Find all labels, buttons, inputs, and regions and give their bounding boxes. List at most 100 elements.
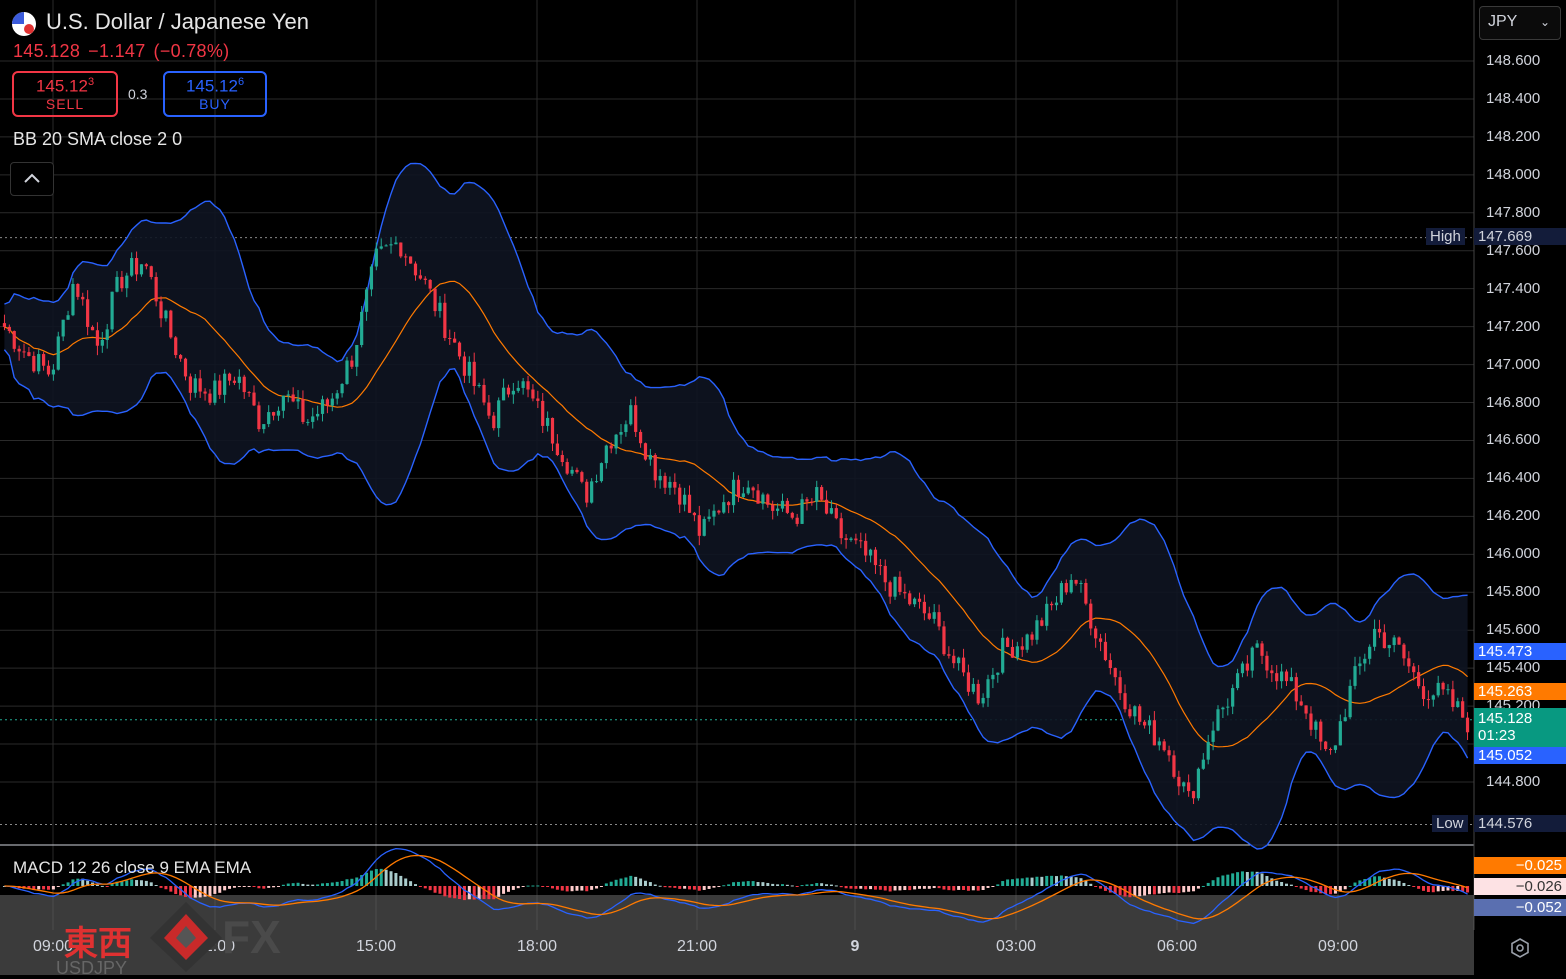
currency-selector[interactable]: JPY ⌄ xyxy=(1479,6,1561,40)
candle-down xyxy=(1172,755,1176,777)
candle-down xyxy=(443,302,447,338)
macd-histogram-bar xyxy=(927,886,931,889)
symbol-title[interactable]: U.S. Dollar / Japanese Yen xyxy=(46,9,309,35)
bollinger-indicator-label[interactable]: BB 20 SMA close 2 0 xyxy=(13,129,182,150)
candle-down xyxy=(428,279,432,289)
collapse-indicators-button[interactable] xyxy=(10,162,54,196)
candle-up xyxy=(1216,709,1220,731)
macd-histogram-bar xyxy=(722,885,726,887)
candle-up xyxy=(624,424,628,433)
candle-down xyxy=(1421,686,1426,700)
candle-up xyxy=(1069,579,1073,593)
candle-up xyxy=(1211,730,1215,742)
candle-down xyxy=(1328,749,1333,751)
macd-histogram-bar xyxy=(893,886,897,891)
macd-histogram-bar xyxy=(1050,875,1054,886)
chart-settings-button[interactable] xyxy=(1508,936,1532,960)
macd-histogram-bar xyxy=(624,877,628,886)
candle-down xyxy=(1397,637,1401,645)
candle-up xyxy=(1358,663,1362,667)
candle-up xyxy=(1431,695,1435,700)
candle-up xyxy=(775,508,780,511)
candle-down xyxy=(947,654,951,656)
macd-histogram-bar xyxy=(1187,886,1191,892)
candle-up xyxy=(590,481,594,503)
candle-down xyxy=(1426,699,1431,701)
macd-histogram-bar xyxy=(575,886,579,891)
macd-histogram-bar xyxy=(614,879,618,886)
candle-down xyxy=(917,598,922,602)
macd-histogram-bar xyxy=(257,886,261,889)
candle-down xyxy=(174,337,178,356)
macd-histogram-bar xyxy=(262,886,266,889)
candle-down xyxy=(908,593,912,605)
macd-histogram-bar xyxy=(780,884,784,886)
candle-down xyxy=(144,264,148,267)
candle-up xyxy=(311,416,315,422)
candle-down xyxy=(580,472,584,482)
candle-up xyxy=(360,311,364,346)
candle-up xyxy=(570,469,574,474)
candle-up xyxy=(731,479,736,506)
candle-up xyxy=(1446,689,1450,691)
candle-up xyxy=(501,387,506,401)
macd-indicator-label[interactable]: MACD 12 26 close 9 EMA EMA xyxy=(13,858,251,878)
macd-histogram-bar xyxy=(736,881,740,886)
candle-down xyxy=(22,351,26,353)
candle-down xyxy=(663,475,667,488)
macd-histogram-bar xyxy=(712,886,716,888)
macd-histogram-bar xyxy=(619,878,623,886)
candle-down xyxy=(888,582,892,597)
macd-histogram-bar xyxy=(511,886,515,890)
macd-histogram-bar xyxy=(418,886,422,887)
candle-up xyxy=(1338,721,1342,746)
candle-down xyxy=(575,469,579,473)
candle-up xyxy=(1196,768,1201,799)
last-price-tag-value: 145.128 xyxy=(1478,710,1533,727)
macd-histogram-bar xyxy=(1157,886,1161,894)
candle-down xyxy=(1138,706,1142,722)
candle-down xyxy=(1118,677,1122,694)
candle-down xyxy=(179,355,183,359)
chevron-down-icon: ⌄ xyxy=(1539,15,1550,29)
sell-button[interactable]: 145.123 SELL xyxy=(12,71,118,117)
macd-histogram-bar xyxy=(1099,886,1103,889)
candle-up xyxy=(374,248,378,267)
candle-up xyxy=(105,329,109,340)
macd-histogram-bar xyxy=(683,886,687,889)
candle-up xyxy=(668,481,672,488)
candle-down xyxy=(634,405,638,432)
candle-up xyxy=(800,499,804,524)
macd-histogram-bar xyxy=(1138,886,1142,897)
candle-down xyxy=(952,655,956,664)
spread-value: 0.3 xyxy=(128,86,148,102)
candle-down xyxy=(1309,713,1313,730)
macd-histogram-bar xyxy=(1426,886,1430,892)
sell-price-pip: 3 xyxy=(87,76,95,88)
sell-label: SELL xyxy=(45,95,85,112)
macd-histogram-bar xyxy=(316,884,320,886)
candle-down xyxy=(408,256,413,264)
buy-button[interactable]: 145.126 BUY xyxy=(163,71,267,117)
candle-up xyxy=(66,315,70,320)
candle-up xyxy=(369,266,374,290)
price-change-percent: (−0.78%) xyxy=(153,41,230,61)
candle-down xyxy=(1142,721,1147,726)
candle-down xyxy=(966,672,971,692)
macd-histogram-bar xyxy=(741,881,745,886)
candle-down xyxy=(1177,776,1181,787)
macd-histogram-bar xyxy=(213,886,217,894)
buy-price: 145.12 xyxy=(185,76,238,96)
candle-up xyxy=(1235,673,1240,689)
candle-down xyxy=(638,431,643,444)
candle-up xyxy=(1025,634,1029,650)
candle-down xyxy=(1030,634,1034,640)
candle-down xyxy=(834,508,838,519)
candle-down xyxy=(457,342,462,357)
macd-histogram-bar xyxy=(1001,881,1005,886)
candle-up xyxy=(1250,647,1254,671)
macd-histogram-bar xyxy=(937,886,941,889)
candle-down xyxy=(1162,741,1166,751)
candle-down xyxy=(961,657,966,673)
price-chart[interactable] xyxy=(0,0,1566,975)
